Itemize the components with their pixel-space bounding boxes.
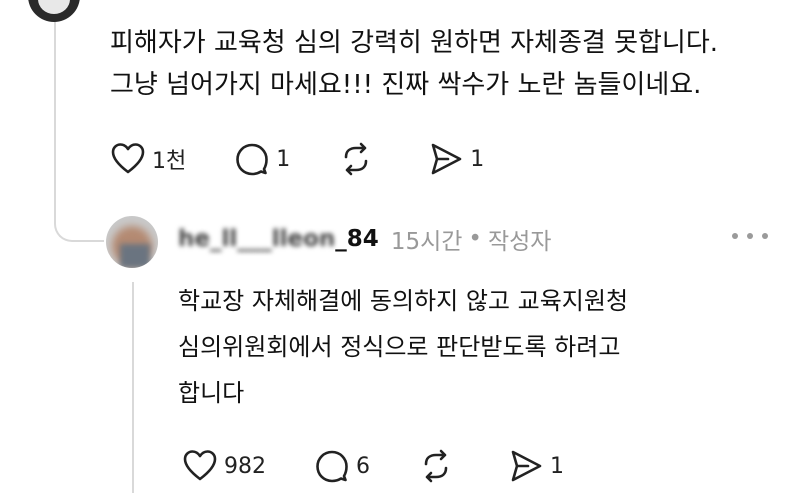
reply-line: 심의위원회에서 정식으로 판단받도록 하려고 bbox=[178, 333, 621, 361]
reply-line: 학교장 자체해결에 동의하지 않고 교육지원청 bbox=[178, 287, 629, 315]
repost-button[interactable] bbox=[418, 448, 460, 484]
like-count: 982 bbox=[224, 453, 266, 479]
send-icon bbox=[431, 143, 462, 175]
share-button[interactable]: 1 bbox=[428, 141, 484, 177]
reply-line: 합니다 bbox=[178, 379, 245, 407]
reply-button[interactable]: 6 bbox=[314, 448, 370, 484]
reply-count: 1 bbox=[276, 146, 291, 172]
share-button[interactable]: 1 bbox=[508, 448, 564, 484]
share-count: 1 bbox=[470, 146, 485, 172]
reply-button[interactable]: 1 bbox=[234, 141, 290, 177]
reply-count: 6 bbox=[356, 453, 370, 479]
comment-line: 피해자가 교육청 심의 강력히 원하면 자체종결 못합니다. bbox=[110, 28, 719, 58]
reply-actions: 982 6 1 bbox=[182, 448, 612, 484]
thread-line-curve bbox=[54, 222, 104, 242]
comment-actions: 1천 1 1 bbox=[110, 141, 532, 177]
comment-text: 피해자가 교육청 심의 강력히 원하면 자체종결 못합니다. 그냥 넘어가지 마… bbox=[110, 22, 718, 106]
repost-arrows-icon bbox=[424, 449, 448, 483]
reply-time: 15시간 bbox=[390, 229, 463, 255]
meta-separator: • bbox=[468, 226, 482, 252]
comment-line: 그냥 넘어가지 마세요!!! 진짜 싹수가 노란 놈들이네요. bbox=[110, 70, 702, 100]
heart-icon bbox=[183, 450, 217, 481]
repost-button[interactable] bbox=[338, 141, 380, 177]
like-button[interactable]: 1천 bbox=[110, 141, 186, 177]
comment-bubble-icon bbox=[316, 450, 348, 483]
reply-text: 학교장 자체해결에 동의하지 않고 교육지원청 심의위원회에서 정식으로 판단받… bbox=[178, 278, 628, 416]
more-dots-icon[interactable] bbox=[732, 228, 768, 244]
username-suffix: _84 bbox=[335, 226, 379, 252]
like-count: 1천 bbox=[152, 149, 187, 174]
share-count: 1 bbox=[550, 453, 564, 479]
heart-icon bbox=[111, 143, 145, 174]
masked-username: he_ll___lleon bbox=[178, 226, 336, 252]
like-button[interactable]: 982 bbox=[182, 448, 266, 484]
author-badge: 작성자 bbox=[487, 229, 552, 255]
repost-arrows-icon bbox=[344, 142, 368, 176]
thread-line-vertical bbox=[54, 0, 56, 224]
reply-username[interactable]: he_ll___lleon_84 bbox=[178, 226, 379, 252]
reply-header: he_ll___lleon_84 15시간 • 작성자 bbox=[178, 222, 551, 256]
commenter-avatar[interactable] bbox=[28, 0, 80, 22]
send-icon bbox=[511, 450, 542, 482]
comment-bubble-icon bbox=[236, 143, 269, 176]
reply-author-avatar[interactable] bbox=[106, 216, 158, 268]
reply-thread-line bbox=[132, 282, 134, 493]
